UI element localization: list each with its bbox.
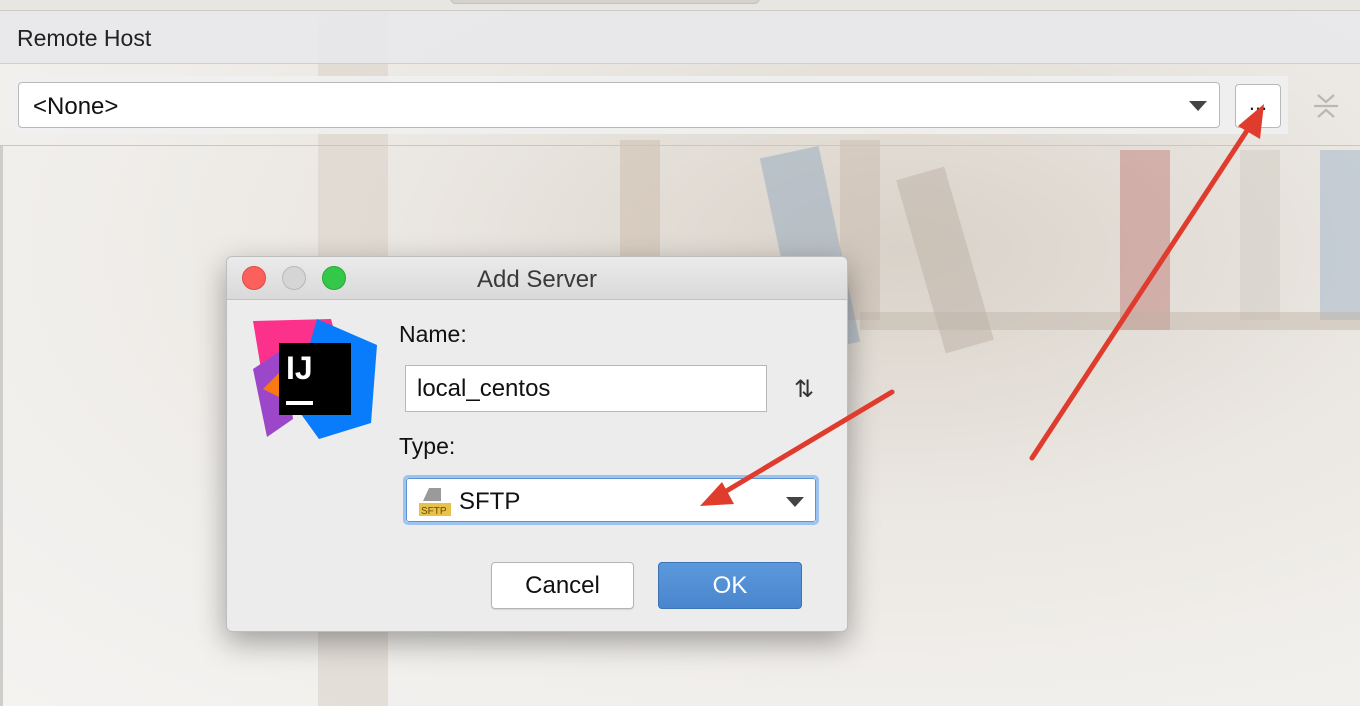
logo-text: IJ [286, 350, 313, 386]
chevron-down-icon [1189, 101, 1207, 111]
remote-host-combo-value: <None> [33, 93, 119, 120]
server-type-combo[interactable]: SFTP SFTP [403, 475, 819, 525]
ok-button[interactable]: OK [658, 562, 802, 609]
panel-header: Remote Host [0, 11, 1360, 64]
add-server-dialog: Add Server IJ Name: ⇅ Type: SFTP SFTP Ca… [226, 256, 848, 632]
panel-divider [0, 145, 1360, 146]
sftp-icon: SFTP [419, 488, 451, 517]
chevron-down-icon [786, 497, 804, 507]
panel-title: Remote Host [17, 25, 152, 51]
collapse-icon[interactable] [1312, 92, 1340, 120]
remote-host-combo[interactable]: <None> [18, 82, 1220, 128]
ellipsis-icon: ... [1248, 90, 1268, 115]
sort-arrows-icon[interactable]: ⇅ [794, 375, 814, 404]
type-label: Type: [399, 433, 456, 459]
window-top-strip [0, 0, 1360, 11]
browse-servers-button[interactable]: ... [1235, 84, 1281, 128]
dialog-title: Add Server [476, 266, 598, 293]
remote-host-row: <None> ... [12, 76, 1288, 134]
top-tab [450, 0, 760, 4]
dialog-title-bar: Add Server [227, 257, 847, 300]
remote-host-panel: Remote Host <None> ... [0, 0, 1360, 146]
server-name-input[interactable] [405, 365, 767, 412]
name-label: Name: [399, 321, 467, 347]
cancel-button[interactable]: Cancel [491, 562, 634, 609]
server-type-value: SFTP [459, 488, 521, 515]
intellij-logo-icon: IJ [253, 319, 377, 439]
sftp-icon-text: SFTP [421, 506, 447, 517]
